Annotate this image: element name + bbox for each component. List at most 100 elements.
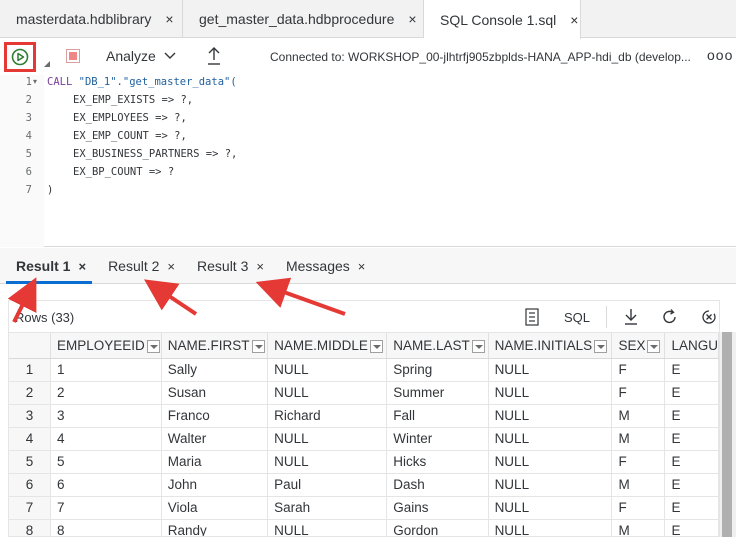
result-grid[interactable]: EMPLOYEEID NAME.FIRST NAME.MIDDLE NAME.L… [8, 332, 720, 537]
table-cell[interactable]: 7 [50, 496, 162, 520]
table-cell[interactable]: E [664, 381, 719, 405]
table-cell[interactable]: Dash [386, 473, 489, 497]
vertical-scrollbar[interactable] [720, 332, 736, 537]
table-row[interactable]: 1 1 Sally NULL Spring NULL F E [9, 358, 719, 382]
table-row[interactable]: 7 7 Viola Sarah Gains NULL F E [9, 496, 719, 520]
table-cell[interactable]: Spring [386, 358, 489, 382]
table-cell[interactable]: NULL [488, 519, 613, 536]
table-cell[interactable]: Paul [267, 473, 388, 497]
table-cell[interactable]: Sarah [267, 496, 388, 520]
table-cell[interactable]: M [611, 427, 666, 451]
table-row[interactable]: 8 8 Randy NULL Gordon NULL M E [9, 519, 719, 536]
column-header-langu[interactable]: LANGU [664, 333, 719, 359]
table-cell[interactable]: E [664, 473, 719, 497]
fold-toggle-icon[interactable]: ▾ [33, 77, 37, 86]
row-number[interactable]: 1 [9, 358, 52, 382]
row-number[interactable]: 3 [9, 404, 52, 428]
upload-icon[interactable] [206, 46, 222, 66]
table-cell[interactable]: Sally [161, 358, 269, 382]
table-cell[interactable]: F [611, 450, 666, 474]
more-options-button[interactable]: ooo [707, 47, 733, 63]
tab-result-2[interactable]: Result 2 × [94, 248, 183, 284]
table-cell[interactable]: NULL [267, 427, 388, 451]
tab-masterdata-hdblibrary[interactable]: masterdata.hdblibrary × [0, 0, 183, 38]
tab-sql-console-1[interactable]: SQL Console 1.sql × [424, 0, 581, 39]
table-cell[interactable]: Summer [386, 381, 489, 405]
column-header-name-initials[interactable]: NAME.INITIALS [488, 333, 613, 359]
table-cell[interactable]: Hicks [386, 450, 489, 474]
table-cell[interactable]: E [664, 404, 719, 428]
filter-icon[interactable] [471, 339, 485, 353]
filter-icon[interactable] [594, 339, 608, 353]
close-icon[interactable]: × [408, 11, 416, 27]
table-row[interactable]: 4 4 Walter NULL Winter NULL M E [9, 427, 719, 451]
table-cell[interactable]: NULL [488, 404, 613, 428]
table-cell[interactable]: NULL [267, 519, 388, 536]
table-cell[interactable]: F [611, 496, 666, 520]
table-cell[interactable]: Viola [161, 496, 269, 520]
row-number[interactable]: 6 [9, 473, 52, 497]
analyze-menu[interactable]: Analyze [106, 48, 156, 64]
table-cell[interactable]: 4 [50, 427, 162, 451]
table-cell[interactable]: E [664, 358, 719, 382]
table-cell[interactable]: Randy [161, 519, 269, 536]
table-cell[interactable]: Gains [386, 496, 489, 520]
table-cell[interactable]: NULL [488, 473, 613, 497]
tab-result-3[interactable]: Result 3 × [183, 248, 272, 284]
table-cell[interactable]: NULL [267, 450, 388, 474]
table-row[interactable]: 6 6 John Paul Dash NULL M E [9, 473, 719, 497]
filter-icon[interactable] [369, 339, 383, 353]
run-button[interactable] [4, 42, 36, 72]
show-sql-button[interactable]: SQL [564, 310, 590, 325]
close-icon[interactable]: × [570, 12, 578, 28]
chevron-down-icon[interactable] [164, 49, 176, 61]
table-cell[interactable]: 1 [50, 358, 162, 382]
column-header-sex[interactable]: SEX [611, 333, 666, 359]
table-cell[interactable]: M [611, 519, 666, 536]
table-row[interactable]: 5 5 Maria NULL Hicks NULL F E [9, 450, 719, 474]
tab-messages[interactable]: Messages × [272, 248, 373, 284]
table-cell[interactable]: E [664, 427, 719, 451]
table-cell[interactable]: F [611, 381, 666, 405]
close-icon[interactable]: × [165, 11, 173, 27]
scrollbar-thumb[interactable] [722, 332, 732, 537]
table-cell[interactable]: NULL [488, 381, 613, 405]
sql-editor[interactable]: 1 ▾ 2 3 4 5 6 7 CALL "DB_1"."get_master_… [0, 75, 736, 247]
filter-icon[interactable] [647, 339, 661, 353]
filter-icon[interactable] [251, 339, 265, 353]
column-header-name-first[interactable]: NAME.FIRST [161, 333, 269, 359]
table-row[interactable]: 3 3 Franco Richard Fall NULL M E [9, 404, 719, 428]
download-icon[interactable] [623, 308, 639, 326]
close-icon[interactable]: × [78, 259, 86, 274]
close-icon[interactable]: × [256, 259, 264, 274]
table-cell[interactable]: Susan [161, 381, 269, 405]
dropdown-caret-icon[interactable] [44, 61, 50, 67]
table-cell[interactable]: 3 [50, 404, 162, 428]
table-cell[interactable]: Maria [161, 450, 269, 474]
table-cell[interactable]: E [664, 496, 719, 520]
row-number[interactable]: 7 [9, 496, 52, 520]
table-cell[interactable]: Richard [267, 404, 388, 428]
table-cell[interactable]: Walter [161, 427, 269, 451]
row-number[interactable]: 2 [9, 381, 52, 405]
table-cell[interactable]: Winter [386, 427, 489, 451]
column-settings-icon[interactable] [524, 308, 540, 326]
close-icon[interactable]: × [358, 259, 366, 274]
table-cell[interactable]: NULL [488, 358, 613, 382]
table-cell[interactable]: M [611, 404, 666, 428]
column-header-employeeid[interactable]: EMPLOYEEID [50, 333, 162, 359]
table-cell[interactable]: John [161, 473, 269, 497]
tab-result-1[interactable]: Result 1 × [0, 248, 94, 284]
table-cell[interactable]: F [611, 358, 666, 382]
clear-results-icon[interactable] [701, 308, 717, 326]
table-cell[interactable]: E [664, 450, 719, 474]
filter-icon[interactable] [146, 339, 160, 353]
refresh-icon[interactable] [662, 308, 678, 326]
table-cell[interactable]: NULL [267, 358, 388, 382]
table-cell[interactable]: 8 [50, 519, 162, 536]
close-icon[interactable]: × [167, 259, 175, 274]
tab-get-master-data-hdbprocedure[interactable]: get_master_data.hdbprocedure × [183, 0, 424, 38]
table-cell[interactable]: NULL [488, 450, 613, 474]
table-cell[interactable]: Fall [386, 404, 489, 428]
row-number[interactable]: 8 [9, 519, 52, 536]
